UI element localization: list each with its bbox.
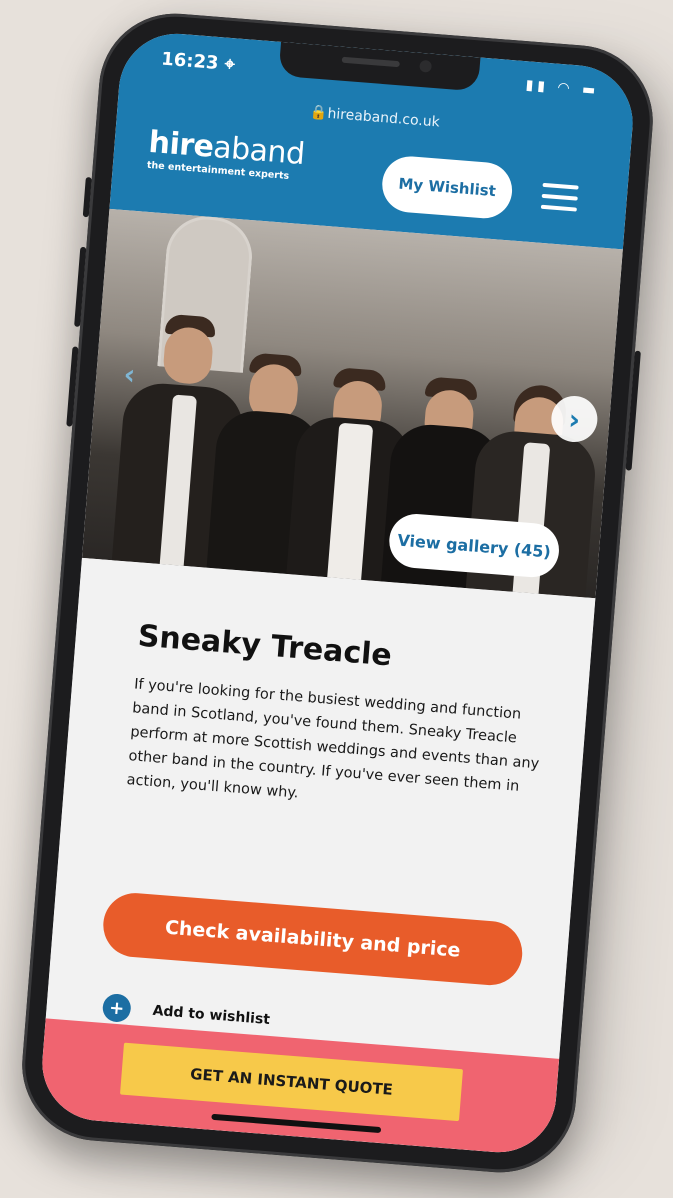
home-indicator (210, 1113, 381, 1134)
instant-quote-button[interactable]: GET AN INSTANT QUOTE (119, 1042, 464, 1122)
front-camera (418, 59, 432, 73)
menu-line (542, 182, 579, 190)
band-description: If you're looking for the busiest weddin… (126, 676, 540, 802)
check-availability-button[interactable]: Check availability and price (100, 890, 525, 988)
volume-down-button (66, 346, 79, 427)
band-title: Sneaky Treacle (136, 618, 394, 674)
status-icons: ▮▮ ◠ ▬ (525, 77, 600, 99)
status-time: 16:23 ⌖ (160, 48, 236, 76)
speaker (341, 56, 400, 68)
band-details: Sneaky Treacle If you're looking for the… (38, 557, 596, 1157)
hireaband-logo[interactable]: hireaband the entertainment experts (147, 124, 306, 183)
logo-bold: hire (147, 124, 215, 165)
member-head (162, 325, 215, 386)
mute-switch (82, 176, 92, 218)
plus-icon: + (101, 992, 132, 1024)
phone-frame: 16:23 ⌖ ▮▮ ◠ ▬ 🔒hireaband.co.uk hireaban… (16, 7, 659, 1179)
hamburger-icon[interactable] (540, 182, 579, 212)
band-photo: ‹ › View gallery (45) (81, 208, 623, 599)
add-to-wishlist-label: Add to wishlist (152, 1002, 271, 1028)
sticky-footer: GET AN INSTANT QUOTE (38, 1018, 560, 1157)
menu-line (541, 193, 578, 201)
phone-screen: 16:23 ⌖ ▮▮ ◠ ▬ 🔒hireaband.co.uk hireaban… (38, 29, 637, 1157)
menu-line (540, 204, 577, 212)
volume-up-button (74, 246, 87, 327)
my-wishlist-button[interactable]: My Wishlist (380, 154, 515, 221)
